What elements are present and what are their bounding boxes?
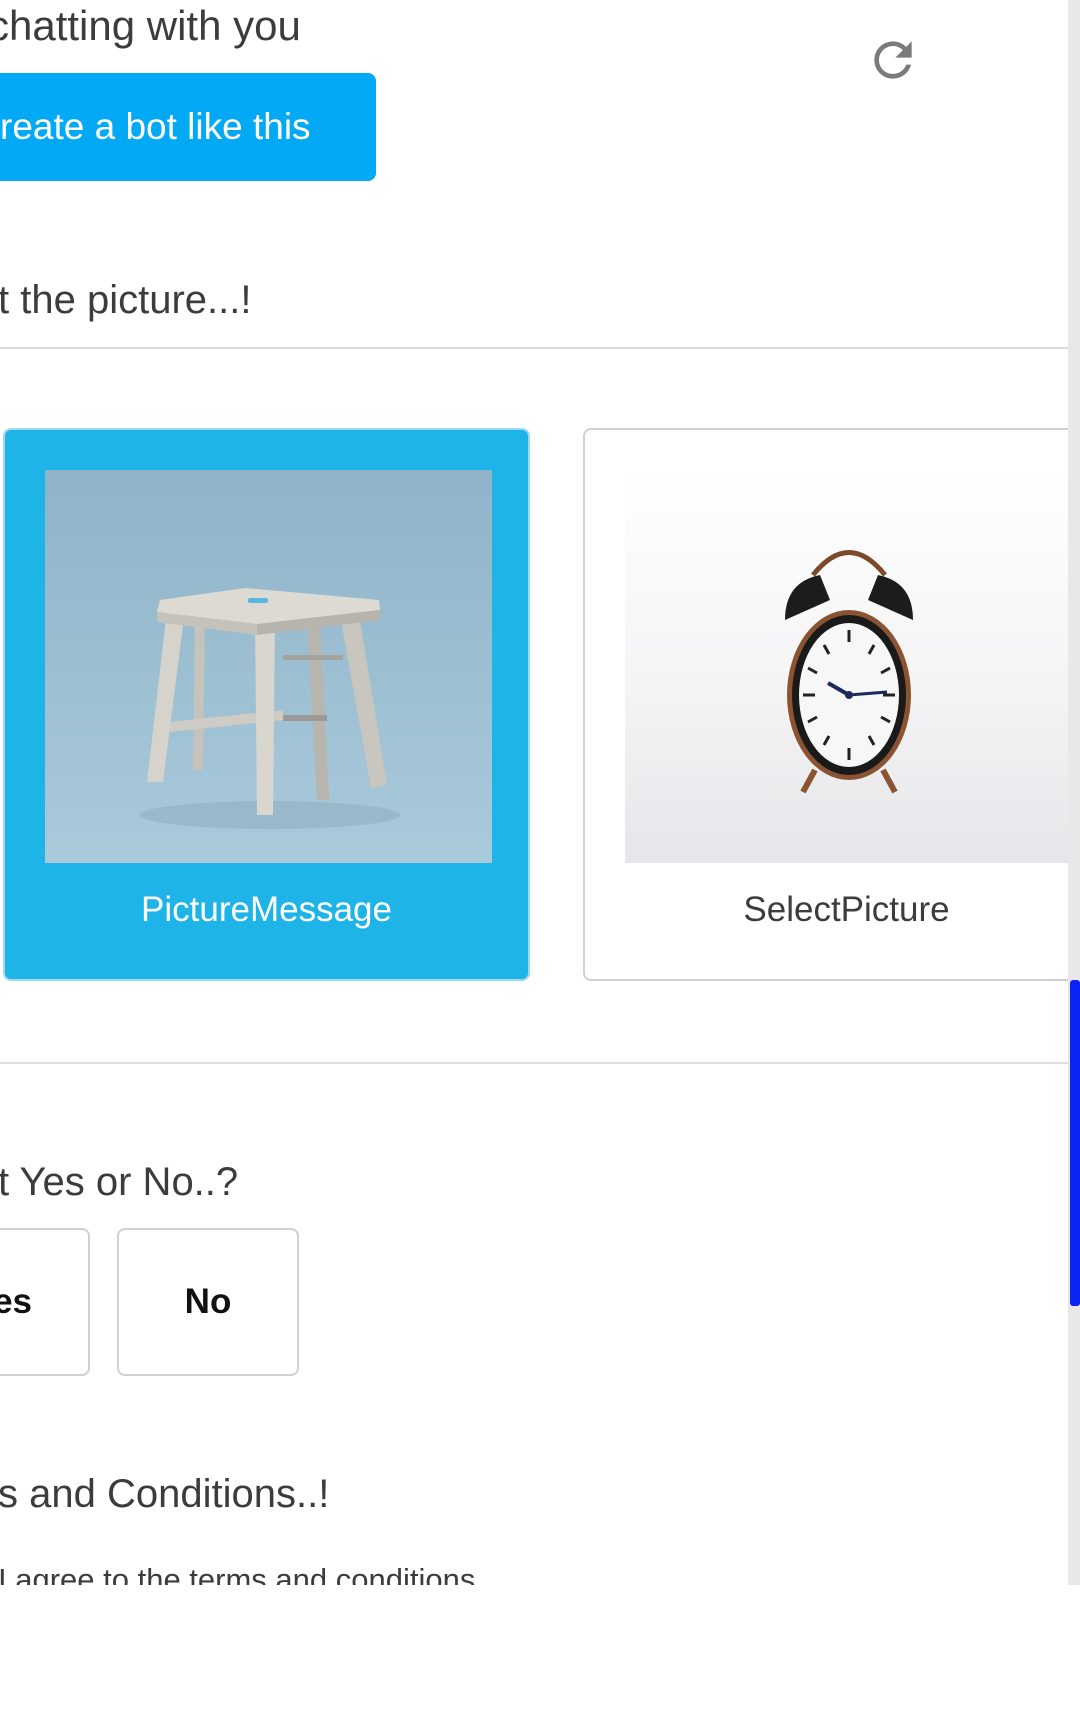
yes-button[interactable]: es [0,1228,90,1376]
picture-option-label: PictureMessage [141,890,392,929]
scrollbar-thumb[interactable] [1070,980,1080,1306]
terms-agree-text[interactable]: I agree to the terms and conditions [0,1562,475,1585]
chat-header-text: chatting with you [0,2,301,49]
stool-image [45,470,492,863]
picture-option-picturemessage[interactable]: PictureMessage [3,428,530,981]
yes-no-question-text: t Yes or No..? [0,1160,239,1204]
refresh-icon[interactable] [865,32,921,88]
picture-question-text: t the picture...! [0,278,252,322]
divider [0,1062,1068,1064]
divider [0,347,1068,349]
scrollbar-track[interactable] [1068,0,1080,1585]
picture-option-label: SelectPicture [743,890,950,929]
chat-viewport[interactable]: chatting with you reate a bot like this … [0,0,1068,1585]
no-button[interactable]: No [117,1228,299,1376]
alarm-clock-image [625,470,1068,863]
terms-title: s and Conditions..! [0,1472,330,1516]
picture-option-selectpicture[interactable]: SelectPicture [583,428,1068,981]
create-bot-button[interactable]: reate a bot like this [0,73,376,181]
